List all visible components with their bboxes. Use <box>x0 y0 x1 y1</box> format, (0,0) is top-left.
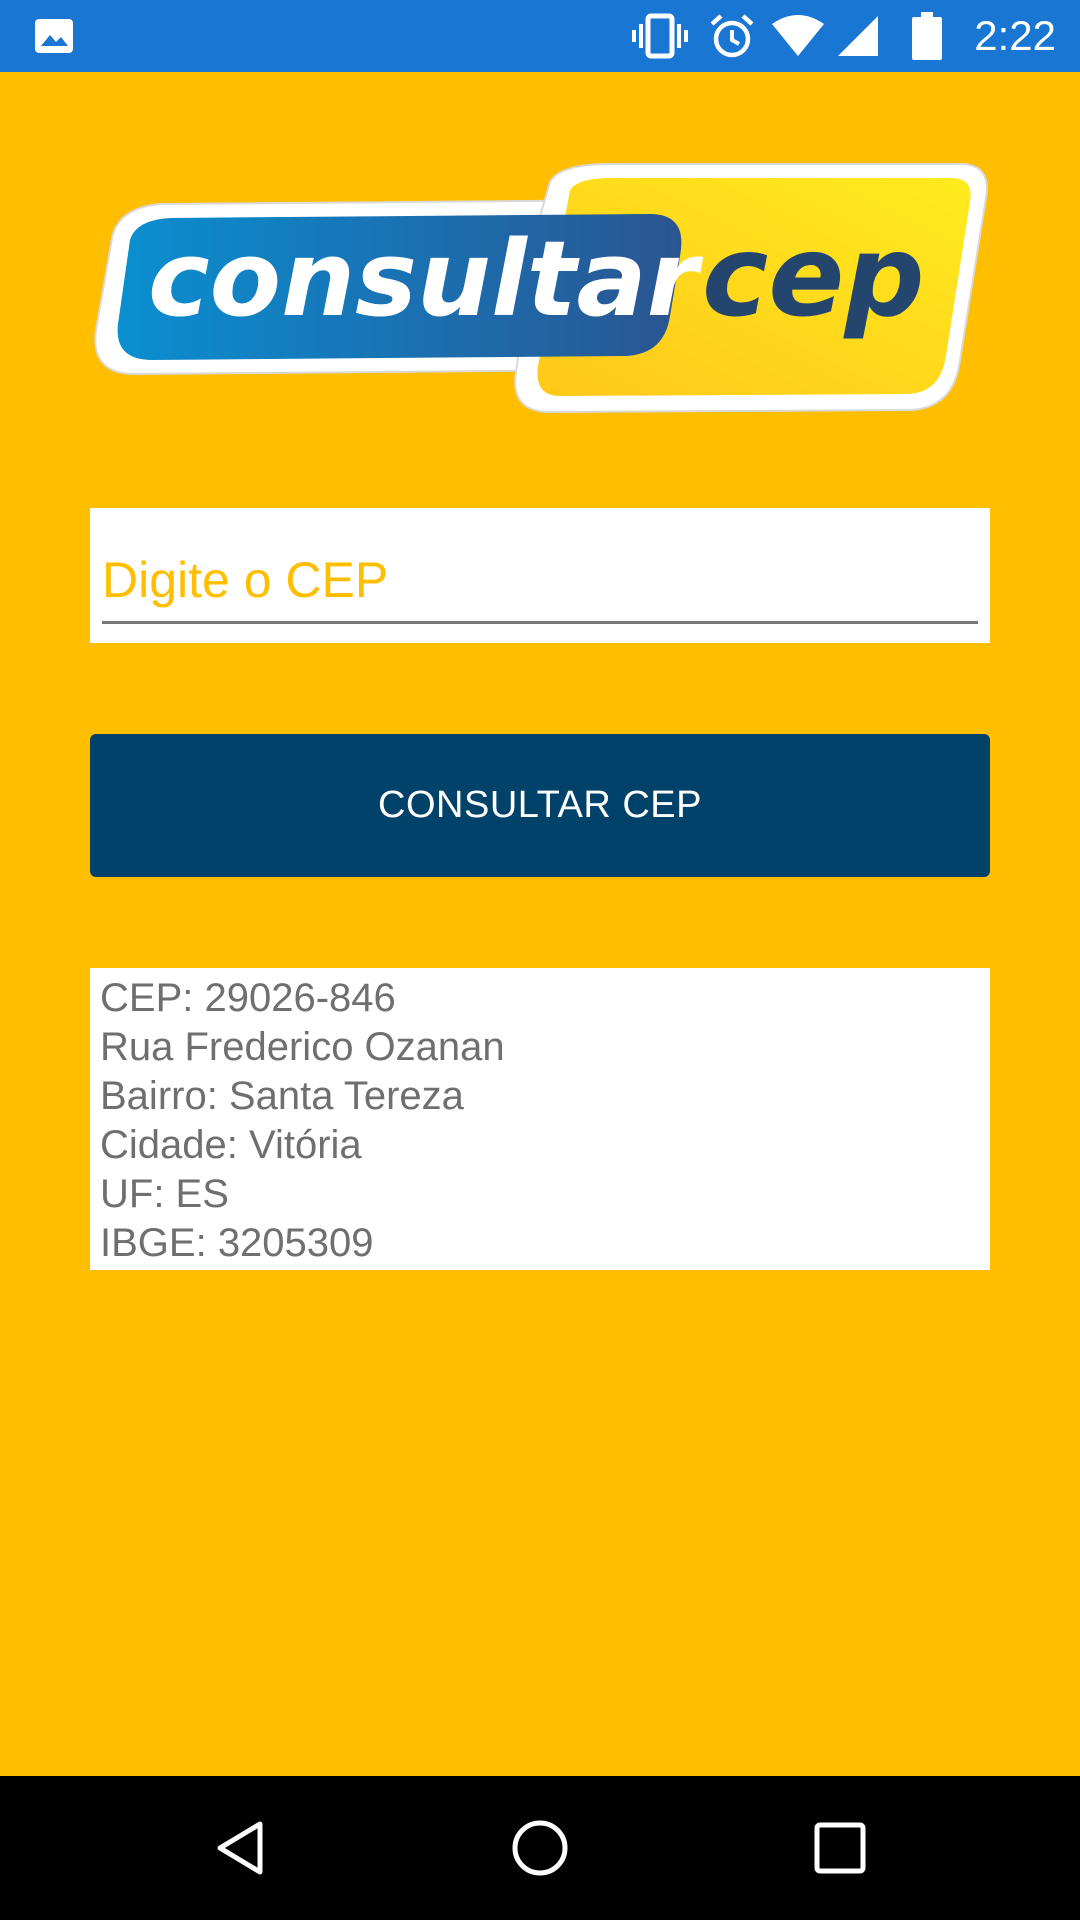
result-box: CEP: 29026-846 Rua Frederico Ozanan Bair… <box>90 968 990 1270</box>
consultar-cep-logo: consultar cep <box>94 163 988 414</box>
result-ibge: IBGE: 3205309 <box>100 1221 374 1265</box>
result-cep: CEP: 29026-846 <box>100 976 396 1020</box>
home-icon[interactable] <box>504 1812 576 1884</box>
logo-word-consultar: consultar <box>148 218 704 340</box>
result-neighborhood: Bairro: Santa Tereza <box>100 1074 464 1118</box>
back-icon[interactable] <box>204 1812 276 1884</box>
alarm-icon <box>710 14 754 58</box>
wifi-icon <box>772 15 824 56</box>
result-state: UF: ES <box>100 1172 229 1216</box>
cep-input-card <box>90 508 990 643</box>
status-bar: 2:22 <box>0 0 1080 72</box>
battery-icon <box>912 12 942 60</box>
recents-icon[interactable] <box>804 1812 876 1884</box>
cep-input[interactable] <box>102 538 978 624</box>
consultar-cep-button[interactable]: CONSULTAR CEP <box>90 734 990 877</box>
logo-word-cep: cep <box>702 212 925 342</box>
signal-icon <box>838 16 878 56</box>
result-city: Cidade: Vitória <box>100 1123 362 1167</box>
result-street: Rua Frederico Ozanan <box>100 1025 505 1069</box>
vibrate-icon <box>632 13 688 59</box>
gallery-icon <box>35 19 73 53</box>
status-time: 2:22 <box>974 12 1056 59</box>
navigation-bar <box>0 1776 1080 1920</box>
